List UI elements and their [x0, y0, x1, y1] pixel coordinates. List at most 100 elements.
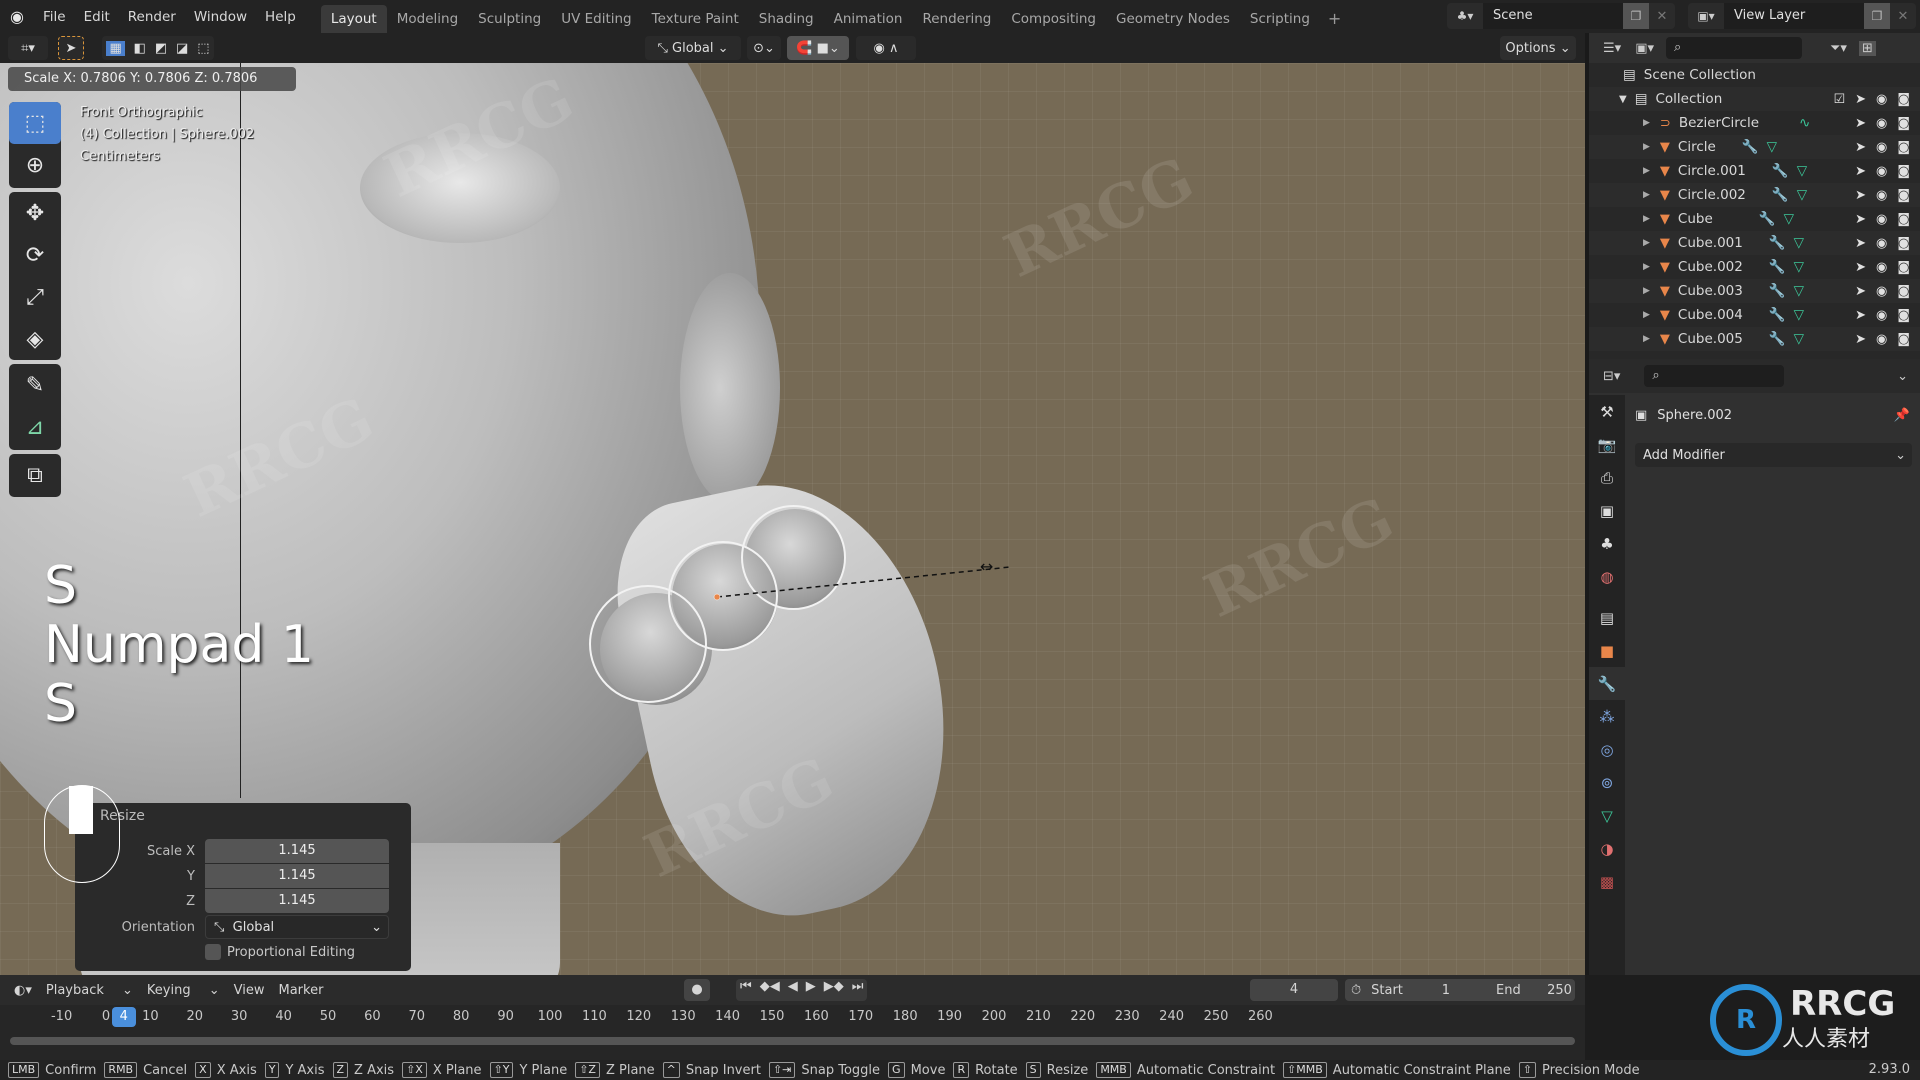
select-subtract-icon[interactable]: ◩: [155, 41, 167, 56]
camera-icon[interactable]: ◙: [1897, 212, 1910, 227]
delete-view-layer-icon[interactable]: ✕: [1890, 9, 1916, 24]
selectable-icon[interactable]: ➤: [1855, 284, 1866, 299]
tab-rendering[interactable]: Rendering: [912, 5, 1001, 33]
tab-modeling[interactable]: Modeling: [387, 5, 468, 33]
outliner-item[interactable]: ▶ ▼ Circle 🔧 ▽ ➤ ◉ ◙: [1589, 135, 1920, 159]
tab-particles[interactable]: ⁂: [1589, 700, 1625, 733]
collection-row[interactable]: ▼ ▤ Collection ☑ ➤ ◉ ◙: [1589, 87, 1920, 111]
play-icon[interactable]: ▶: [802, 979, 820, 1001]
selectable-icon[interactable]: ➤: [1855, 140, 1866, 155]
cursor-tool[interactable]: ⊕: [9, 144, 61, 186]
auto-keying-toggle[interactable]: ●: [684, 979, 710, 1001]
tab-collection[interactable]: ▤: [1589, 601, 1625, 634]
properties-search-input[interactable]: ⌕: [1644, 365, 1785, 387]
selectable-icon[interactable]: ➤: [1855, 188, 1866, 203]
camera-icon[interactable]: ◙: [1897, 332, 1910, 347]
jump-start-icon[interactable]: ⏮: [736, 979, 756, 1001]
expand-arrow-icon[interactable]: ▶: [1643, 334, 1650, 344]
selectable-icon[interactable]: ➤: [1855, 212, 1866, 227]
outliner-item[interactable]: ▶ ▼ Cube.001 🔧 ▽ ➤ ◉ ◙: [1589, 231, 1920, 255]
add-workspace-button[interactable]: +: [1320, 5, 1349, 33]
mesh-data-icon[interactable]: ▽: [1794, 283, 1804, 299]
start-field[interactable]: Start 1: [1371, 983, 1464, 998]
scale-x-field[interactable]: 1.145: [205, 839, 389, 863]
outliner-item[interactable]: ▶ ▼ Cube.003 🔧 ▽ ➤ ◉ ◙: [1589, 279, 1920, 303]
tab-uv-editing[interactable]: UV Editing: [551, 5, 641, 33]
tab-sculpting[interactable]: Sculpting: [468, 5, 551, 33]
camera-icon[interactable]: ◙: [1897, 236, 1910, 251]
tab-animation[interactable]: Animation: [824, 5, 913, 33]
current-frame-indicator[interactable]: 4: [111, 1007, 136, 1027]
eye-icon[interactable]: ◉: [1876, 236, 1887, 251]
outliner-search-input[interactable]: ⌕: [1666, 37, 1802, 59]
tab-material[interactable]: ◑: [1589, 832, 1625, 865]
view-layer-name-field[interactable]: View Layer: [1724, 3, 1864, 29]
menu-file[interactable]: File: [34, 9, 75, 25]
mesh-data-icon[interactable]: ▽: [1794, 331, 1804, 347]
tab-layout[interactable]: Layout: [320, 5, 387, 33]
camera-icon[interactable]: ◙: [1897, 140, 1910, 155]
expand-arrow-icon[interactable]: ▶: [1643, 142, 1650, 152]
modifier-wrench-icon[interactable]: 🔧: [1742, 139, 1759, 155]
expand-arrow-icon[interactable]: ▼: [1619, 94, 1627, 105]
tab-object[interactable]: ■: [1589, 634, 1625, 667]
eye-icon[interactable]: ◉: [1876, 284, 1887, 299]
editor-type-icon[interactable]: ⌗▾: [8, 36, 48, 60]
eye-icon[interactable]: ◉: [1876, 92, 1887, 107]
scale-y-field[interactable]: 1.145: [205, 864, 389, 888]
camera-icon[interactable]: ◙: [1897, 164, 1910, 179]
end-field[interactable]: End 250: [1496, 983, 1586, 998]
camera-icon[interactable]: ◙: [1897, 308, 1910, 323]
rotate-tool[interactable]: ⟳: [9, 234, 61, 276]
menu-render[interactable]: Render: [119, 9, 185, 25]
selectable-icon[interactable]: ➤: [1855, 116, 1866, 131]
marker-menu[interactable]: Marker: [278, 983, 323, 998]
scene-icon[interactable]: ♣▾: [1447, 9, 1483, 23]
selectable-icon[interactable]: ➤: [1855, 308, 1866, 323]
next-keyframe-icon[interactable]: ▶◆: [820, 979, 848, 1001]
checkbox-icon[interactable]: [205, 944, 221, 960]
filter-icon[interactable]: ⏷▾: [1830, 41, 1847, 56]
selectable-icon[interactable]: ➤: [1855, 332, 1866, 347]
snap-toggle[interactable]: 🧲 ■⌄: [787, 36, 849, 60]
pivot-point-dropdown[interactable]: ⊙⌄: [747, 36, 781, 60]
annotate-tool[interactable]: ✎: [9, 364, 61, 406]
outliner-item[interactable]: ▶ ▼ Cube 🔧 ▽ ➤ ◉ ◙: [1589, 207, 1920, 231]
editor-type-icon[interactable]: ◐▾: [14, 983, 32, 998]
chevron-down-icon[interactable]: ⌄: [1897, 369, 1908, 384]
outliner-item[interactable]: ▶ ▼ Circle.001 🔧 ▽ ➤ ◉ ◙: [1589, 159, 1920, 183]
options-dropdown[interactable]: Options ⌄: [1500, 36, 1576, 60]
select-invert-icon[interactable]: ◪: [176, 41, 188, 56]
tab-constraints[interactable]: ⊚: [1589, 766, 1625, 799]
modifier-wrench-icon[interactable]: 🔧: [1769, 259, 1786, 275]
expand-arrow-icon[interactable]: ▶: [1643, 166, 1650, 176]
move-tool[interactable]: ✥: [9, 192, 61, 234]
expand-arrow-icon[interactable]: ▶: [1643, 286, 1650, 296]
selectable-icon[interactable]: ➤: [1855, 260, 1866, 275]
prev-keyframe-icon[interactable]: ◆◀: [756, 979, 784, 1001]
frame-ruler[interactable]: -10 0 10 20 30 40 50 60 70 80 90 100 110 120 130 140 150…: [0, 1005, 1585, 1029]
measure-tool[interactable]: ⊿: [9, 406, 61, 448]
eye-icon[interactable]: ◉: [1876, 260, 1887, 275]
tab-modifiers[interactable]: 🔧: [1589, 667, 1625, 700]
eye-icon[interactable]: ◉: [1876, 332, 1887, 347]
playback-menu[interactable]: Playback ⌄: [46, 983, 133, 998]
tab-texture[interactable]: ▩: [1589, 865, 1625, 898]
display-mode-icon[interactable]: ☰▾: [1603, 41, 1621, 56]
eye-icon[interactable]: ◉: [1876, 116, 1887, 131]
select-new-icon[interactable]: ▦: [106, 40, 125, 56]
camera-icon[interactable]: ◙: [1897, 92, 1910, 107]
modifier-wrench-icon[interactable]: 🔧: [1769, 331, 1786, 347]
add-cube-tool[interactable]: ⧉: [9, 454, 61, 496]
scene-collection-row[interactable]: ▤ Scene Collection: [1589, 63, 1920, 87]
expand-arrow-icon[interactable]: ▶: [1643, 310, 1650, 320]
jump-end-icon[interactable]: ⏭: [848, 979, 868, 1001]
selectable-icon[interactable]: ➤: [1855, 92, 1866, 107]
view-layer-icon[interactable]: ▣▾: [1688, 9, 1724, 23]
tab-shading[interactable]: Shading: [749, 5, 824, 33]
keying-menu[interactable]: Keying ⌄: [147, 983, 220, 998]
outliner-item[interactable]: ▶ ▼ Circle.002 🔧 ▽ ➤ ◉ ◙: [1589, 183, 1920, 207]
editor-type-icon[interactable]: ⊟▾: [1603, 369, 1620, 384]
selection-mode-buttons[interactable]: ▦ ◧ ◩ ◪ ⬚: [102, 36, 214, 60]
delete-scene-icon[interactable]: ✕: [1649, 9, 1675, 24]
